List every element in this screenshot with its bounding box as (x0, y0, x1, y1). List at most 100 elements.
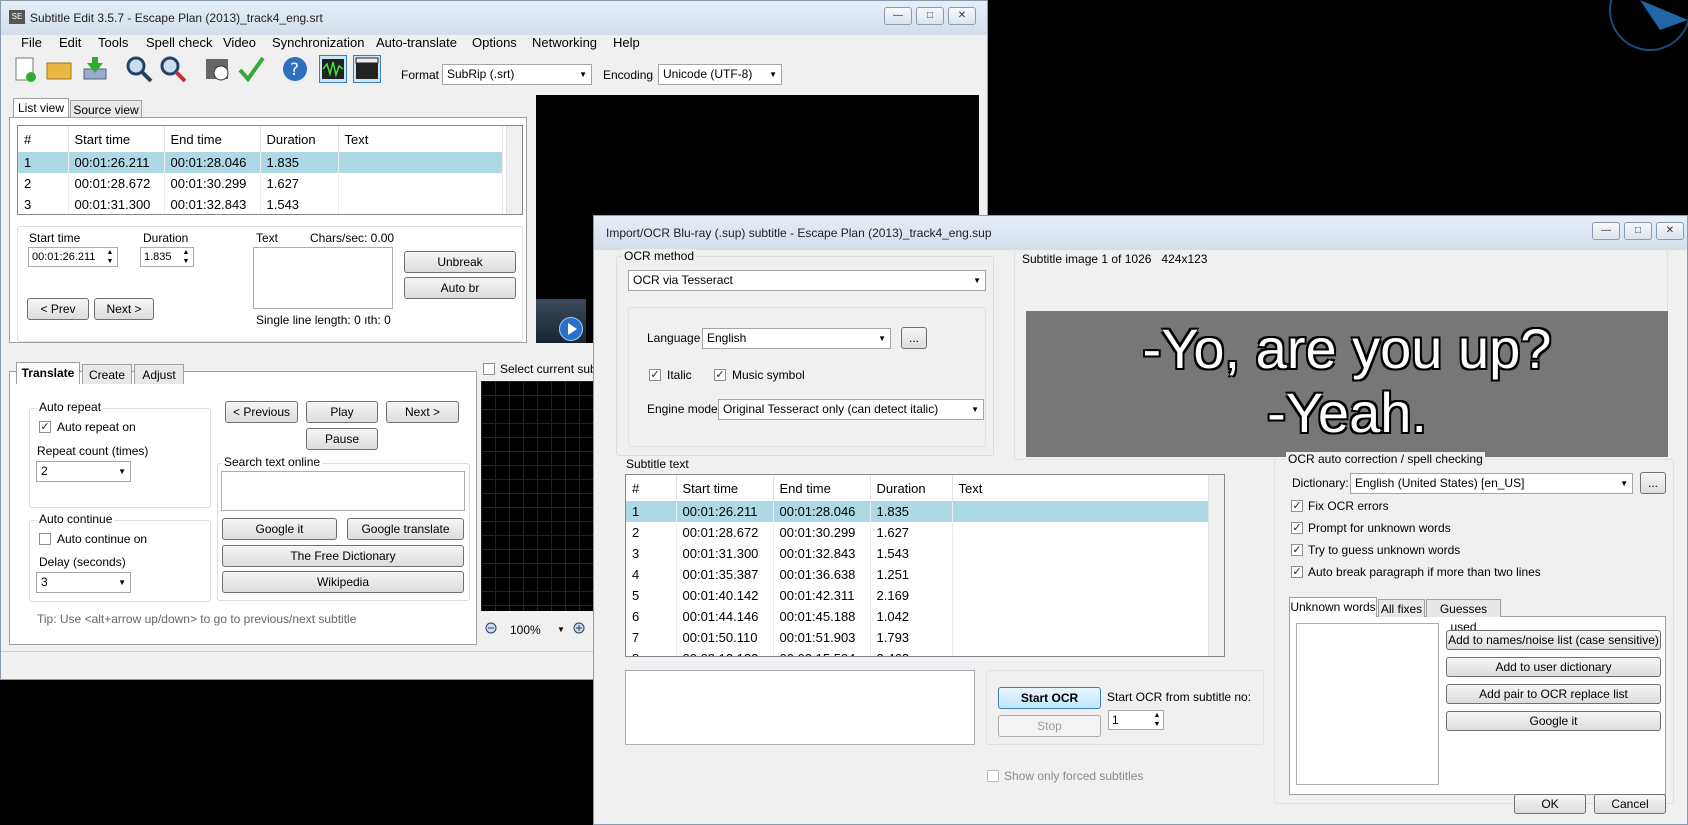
tab-guesses-used[interactable]: Guesses used (1426, 599, 1501, 634)
ocr-text-result[interactable] (625, 670, 975, 745)
tab-adjust[interactable]: Adjust (134, 364, 184, 384)
try-guess-checkbox[interactable]: ✓ (1291, 544, 1303, 556)
ocr-list-scrollbar[interactable] (1208, 475, 1224, 656)
menu-file[interactable]: File (21, 35, 42, 50)
next-button[interactable]: Next > (94, 298, 154, 320)
dictionary-select[interactable]: English (United States) [en_US] ▼ (1350, 473, 1633, 494)
pause-button[interactable]: Pause (306, 428, 378, 450)
table-row[interactable]: 2 00:01:28.672 00:01:30.299 1.627 (18, 173, 503, 194)
table-row[interactable]: 1 00:01:26.211 00:01:28.046 1.835 (626, 501, 1209, 522)
tab-source-view[interactable]: Source view (70, 100, 142, 118)
subtitle-list[interactable]: # Start time End time Duration Text 1 00:… (17, 125, 523, 215)
show-forced-checkbox[interactable] (987, 770, 999, 782)
auto-br-button[interactable]: Auto br (404, 277, 516, 299)
ocr-subtitle-list[interactable]: # Start time End time Duration Text 1 00:… (625, 474, 1225, 657)
next-sub-button[interactable]: Next > (386, 401, 459, 423)
auto-continue-checkbox[interactable] (39, 533, 51, 545)
menu-spell-check[interactable]: Spell check (146, 35, 212, 50)
col-text[interactable]: Text (952, 475, 1209, 501)
help-icon[interactable]: ? (281, 55, 309, 83)
table-row[interactable]: 4 00:01:35.387 00:01:36.638 1.251 (626, 564, 1209, 585)
auto-repeat-checkbox[interactable]: ✓ (39, 421, 51, 433)
table-row[interactable]: 7 00:01:50.110 00:01:51.903 1.793 (626, 627, 1209, 648)
col-duration[interactable]: Duration (260, 126, 339, 152)
format-select[interactable]: SubRip (.srt) ▼ (442, 64, 592, 85)
menu-tools[interactable]: Tools (98, 35, 128, 50)
close-button[interactable]: ✕ (948, 7, 976, 25)
add-pair-button[interactable]: Add pair to OCR replace list (1446, 684, 1661, 704)
video-toggle-icon[interactable] (353, 55, 381, 83)
unknown-words-list[interactable] (1296, 623, 1439, 785)
unbreak-button[interactable]: Unbreak (404, 251, 516, 273)
menu-edit[interactable]: Edit (59, 35, 81, 50)
col-end-time[interactable]: End time (773, 475, 871, 501)
col-number[interactable]: # (18, 126, 69, 152)
new-file-icon[interactable] (11, 55, 39, 83)
close-button[interactable]: ✕ (1656, 222, 1684, 240)
cancel-button[interactable]: Cancel (1594, 794, 1666, 814)
tab-translate[interactable]: Translate (16, 362, 80, 384)
table-row[interactable]: 800:02:12.13200:02:15.5943.462 (626, 648, 1209, 656)
find-icon[interactable] (125, 55, 153, 83)
visual-sync-icon[interactable] (203, 55, 231, 83)
open-folder-icon[interactable] (45, 55, 73, 83)
google-it-button[interactable]: Google it (222, 518, 337, 540)
music-symbol-checkbox[interactable]: ✓ (714, 369, 726, 381)
subtitle-text-editor[interactable] (253, 247, 393, 309)
zoom-level[interactable]: 100% (510, 623, 541, 637)
ocr-method-select[interactable]: OCR via Tesseract ▼ (628, 270, 986, 291)
minimize-button[interactable]: — (884, 7, 912, 25)
ok-button[interactable]: OK (1514, 794, 1586, 814)
col-text[interactable]: Text (338, 126, 503, 152)
start-from-spinner[interactable]: ▲ ▼ (1150, 711, 1164, 729)
chevron-down-icon[interactable]: ▼ (557, 625, 565, 634)
tab-unknown-words[interactable]: Unknown words (1289, 597, 1377, 617)
waveform-toggle-icon[interactable] (319, 55, 347, 83)
previous-button[interactable]: < Previous (225, 401, 298, 423)
menu-synchronization[interactable]: Synchronization (272, 35, 365, 50)
zoom-in-icon[interactable] (573, 622, 587, 636)
google-it-ocr-button[interactable]: Google it (1446, 711, 1661, 731)
menu-options[interactable]: Options (472, 35, 517, 50)
waveform-panel[interactable] (481, 381, 601, 611)
italic-checkbox[interactable]: ✓ (649, 369, 661, 381)
auto-break-checkbox[interactable]: ✓ (1291, 566, 1303, 578)
repeat-count-select[interactable]: 2 ▼ (36, 461, 131, 482)
language-more-button[interactable]: ... (901, 327, 927, 349)
language-select[interactable]: English ▼ (702, 328, 891, 349)
tab-create[interactable]: Create (82, 364, 132, 384)
spell-check-icon[interactable] (237, 55, 265, 83)
col-number[interactable]: # (626, 475, 677, 501)
stop-button[interactable]: Stop (998, 715, 1101, 737)
tab-list-view[interactable]: List view (13, 98, 69, 118)
table-row[interactable]: 2 00:01:28.672 00:01:30.299 1.627 (626, 522, 1209, 543)
add-names-button[interactable]: Add to names/noise list (case sensitive) (1446, 630, 1661, 650)
zoom-out-icon[interactable] (485, 622, 499, 636)
menu-help[interactable]: Help (613, 35, 640, 50)
tab-all-fixes[interactable]: All fixes (1378, 599, 1425, 617)
google-translate-button[interactable]: Google translate (347, 518, 464, 540)
play-button[interactable]: Play (306, 401, 378, 423)
table-row[interactable]: 1 00:01:26.211 00:01:28.046 1.835 (18, 152, 503, 173)
menu-auto-translate[interactable]: Auto-translate (376, 35, 457, 50)
table-row[interactable]: 5 00:01:40.142 00:01:42.311 2.169 (626, 585, 1209, 606)
maximize-button[interactable]: □ (916, 7, 944, 25)
duration-spinner[interactable]: ▲ ▼ (179, 248, 193, 266)
prev-button[interactable]: < Prev (27, 298, 89, 320)
col-start-time[interactable]: Start time (68, 126, 165, 152)
encoding-select[interactable]: Unicode (UTF-8) ▼ (658, 64, 782, 85)
fix-ocr-checkbox[interactable]: ✓ (1291, 500, 1303, 512)
prompt-unknown-checkbox[interactable]: ✓ (1291, 522, 1303, 534)
dictionary-more-button[interactable]: ... (1640, 472, 1666, 494)
start-ocr-button[interactable]: Start OCR (998, 687, 1101, 709)
menu-networking[interactable]: Networking (532, 35, 597, 50)
save-download-icon[interactable] (81, 55, 109, 83)
maximize-button[interactable]: □ (1624, 222, 1652, 240)
table-row[interactable]: 3 00:01:31.300 00:01:32.843 1.543 (18, 194, 503, 214)
col-end-time[interactable]: End time (164, 126, 261, 152)
select-current-checkbox[interactable] (483, 363, 495, 375)
add-user-dictionary-button[interactable]: Add to user dictionary (1446, 657, 1661, 677)
delay-select[interactable]: 3 ▼ (36, 572, 131, 593)
wikipedia-button[interactable]: Wikipedia (222, 571, 464, 593)
engine-mode-select[interactable]: Original Tesseract only (can detect ital… (718, 399, 984, 420)
